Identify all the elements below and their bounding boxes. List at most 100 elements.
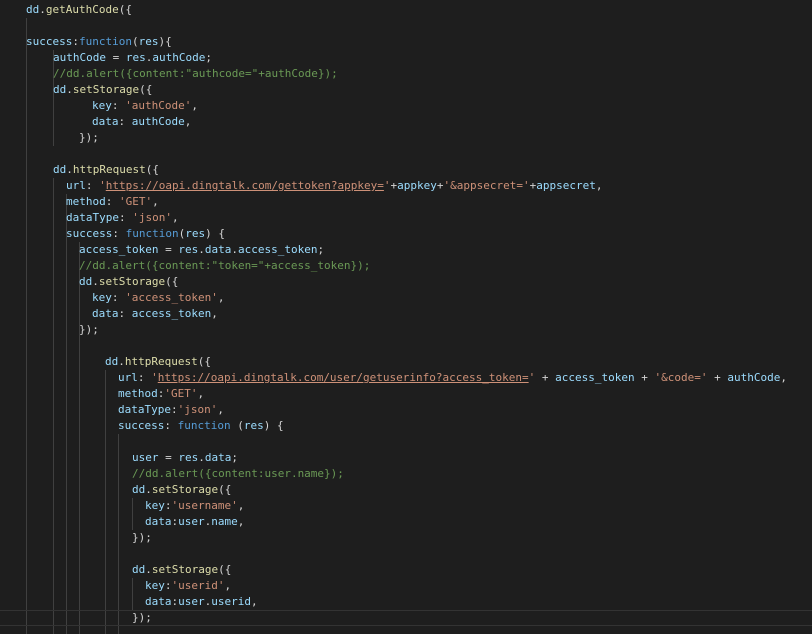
code-token: httpRequest: [72, 163, 146, 176]
code-token: +: [535, 371, 556, 384]
code-token: res: [138, 35, 159, 48]
code-token: ,: [224, 579, 232, 592]
code-token: 'json': [132, 211, 172, 224]
code-token: ({: [139, 83, 153, 96]
code-token: userid: [211, 595, 251, 608]
code-token: ,: [237, 499, 245, 512]
code-token: :: [111, 99, 126, 112]
code-token: function: [125, 227, 179, 240]
code-token: setStorage: [72, 83, 140, 96]
code-token: .: [231, 243, 238, 256]
code-token: httpRequest: [124, 355, 198, 368]
code-token: data: [145, 515, 172, 528]
code-token: ({: [118, 3, 132, 16]
code-token: ,: [197, 387, 205, 400]
code-token: authCode: [131, 115, 185, 128]
code-token: ,: [237, 515, 245, 528]
code-token: :: [170, 403, 178, 416]
code-line: dd.setStorage({: [132, 482, 231, 498]
code-token: appsecret: [536, 179, 596, 192]
code-line: access_token = res.data.access_token;: [79, 242, 324, 258]
code-line: url: 'https://oapi.dingtalk.com/gettoken…: [66, 178, 602, 194]
code-token: .: [118, 355, 125, 368]
code-token: key: [92, 291, 112, 304]
code-token: ({: [145, 163, 159, 176]
code-token: 'json': [177, 403, 218, 416]
code-editor[interactable]: dd.getAuthCode({success:function(res){au…: [0, 0, 812, 634]
code-token: res: [178, 243, 199, 256]
code-token: ': [99, 179, 106, 192]
code-line: data:user.name,: [145, 514, 244, 530]
code-token: .: [198, 243, 205, 256]
code-line: });: [132, 610, 152, 626]
code-token: dd: [26, 3, 40, 16]
code-token: 'username': [171, 499, 238, 512]
code-token: ,: [171, 211, 179, 224]
code-token: url: [118, 371, 138, 384]
code-token: .: [145, 563, 152, 576]
code-token: setStorage: [98, 275, 166, 288]
code-token: ': [383, 179, 391, 192]
indent-guide: [132, 498, 133, 530]
code-token: access_token: [237, 243, 318, 256]
indent-guide: [53, 178, 54, 634]
code-token: +: [634, 371, 655, 384]
code-token: dataType: [66, 211, 119, 224]
code-token: res: [125, 51, 146, 64]
code-token: ({: [165, 275, 179, 288]
code-token: :: [118, 307, 132, 320]
code-line: dataType: 'json',: [66, 210, 179, 226]
code-token: //dd.alert({content:"authcode="+authCode…: [53, 67, 338, 80]
code-token: 'GET': [164, 387, 198, 400]
code-token: method: [66, 195, 106, 208]
code-token: 'authCode': [125, 99, 192, 112]
code-token: .: [39, 3, 46, 16]
code-token: });: [79, 323, 99, 336]
code-line: data: authCode,: [92, 114, 191, 130]
code-token: ,: [780, 371, 787, 384]
code-token: key: [145, 579, 165, 592]
code-line: key:'userid',: [145, 578, 231, 594]
indent-guide: [105, 370, 106, 634]
code-line: success: function (res) {: [118, 418, 284, 434]
code-token: access_token: [79, 243, 159, 256]
code-token: 'access_token': [125, 291, 218, 304]
code-token: '&appsecret=': [443, 179, 530, 192]
code-line: //dd.alert({content:user.name});: [132, 466, 344, 482]
code-token: :: [72, 35, 79, 48]
code-token: getAuthCode: [45, 3, 119, 16]
code-token: authCode: [53, 51, 106, 64]
code-token: dd: [132, 563, 146, 576]
code-token: user: [178, 515, 205, 528]
code-token: authCode: [152, 51, 206, 64]
code-token: '&code=': [654, 371, 708, 384]
code-line: key: 'access_token',: [92, 290, 224, 306]
code-token: data: [204, 451, 232, 464]
code-line: });: [132, 530, 152, 546]
code-token: ,: [191, 99, 198, 112]
code-token: ': [151, 371, 158, 384]
code-line: data: access_token,: [92, 306, 218, 322]
code-token: setStorage: [151, 563, 219, 576]
code-url-link[interactable]: https://oapi.dingtalk.com/gettoken?appke…: [106, 179, 384, 192]
code-token: .: [145, 483, 152, 496]
code-line: });: [79, 322, 99, 338]
code-token: dd: [132, 483, 146, 496]
code-token: data: [145, 595, 172, 608]
indent-guide: [79, 242, 80, 634]
code-token: :: [85, 179, 100, 192]
code-token: access_token: [131, 307, 212, 320]
code-line: dd.setStorage({: [79, 274, 178, 290]
code-token: ({: [218, 563, 232, 576]
code-token: ;: [317, 243, 325, 256]
code-url-link[interactable]: https://oapi.dingtalk.com/user/getuserin…: [158, 371, 529, 384]
code-line: data:user.userid,: [145, 594, 258, 610]
code-token: ) {: [205, 227, 225, 240]
code-line: dd.getAuthCode({: [26, 2, 132, 18]
code-token: :: [118, 115, 132, 128]
code-line: //dd.alert({content:"token="+access_toke…: [79, 258, 370, 274]
code-line: dataType:'json',: [118, 402, 224, 418]
code-line: user = res.data;: [132, 450, 238, 466]
code-token: +: [707, 371, 728, 384]
code-line: //dd.alert({content:"authcode="+authCode…: [53, 66, 338, 82]
